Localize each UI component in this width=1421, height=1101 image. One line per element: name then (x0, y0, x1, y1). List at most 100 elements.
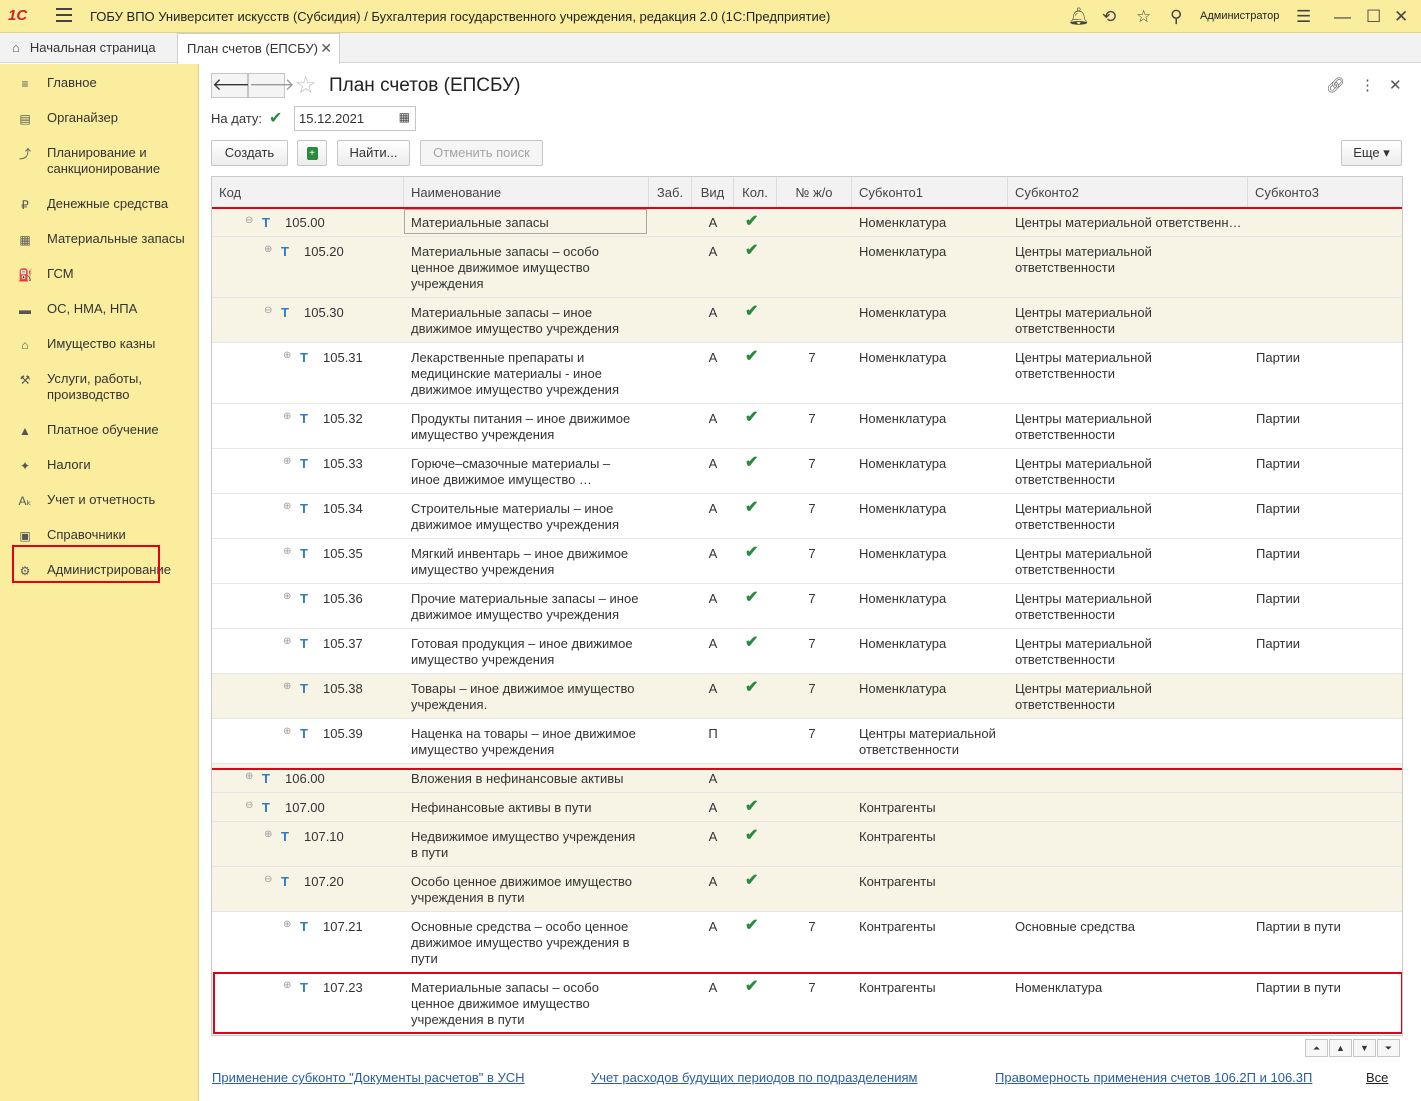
tab-home[interactable]: ⌂ Начальная страница (0, 33, 176, 63)
highlight-box-107-23 (213, 972, 1402, 1034)
calendar-icon[interactable]: ▦ (399, 110, 410, 124)
account-type-marker: Т (300, 919, 308, 934)
column-header-subkonto3[interactable]: Субконто3 (1248, 177, 1402, 208)
more-actions-icon[interactable]: ⋮ (1360, 76, 1375, 94)
link-icon[interactable]: 🔗︎ (1326, 76, 1345, 94)
subkonto1-value: Контрагенты (859, 829, 936, 844)
table-row[interactable]: ⊖ Т 107.20 Особо ценное движимое имущество … (212, 867, 1402, 912)
account-vid: А (708, 874, 718, 889)
create-copy-button[interactable]: + (297, 140, 327, 166)
collapse-icon[interactable]: ⊖ (264, 874, 272, 885)
link-subkonto-usn[interactable]: Применение субконто "Документы расчетов"… (212, 1070, 525, 1085)
account-vid: А (708, 919, 718, 934)
column-header-kol[interactable]: Кол. (734, 177, 777, 208)
quantity-check-icon: ✔ (745, 917, 759, 934)
close-window-icon[interactable]: ✕ (1394, 7, 1408, 27)
date-label: На дату: (211, 111, 262, 126)
settings-icon[interactable]: ☰ (1296, 7, 1311, 27)
account-name: Нефинансовые активы в пути (411, 800, 592, 815)
collapse-icon[interactable]: ⊖ (245, 800, 253, 811)
scroll-down-button[interactable]: ▼ (1353, 1039, 1376, 1057)
cancel-search-button[interactable]: Отменить поиск (420, 140, 543, 166)
services-icon: ⚒ (19, 373, 31, 387)
expand-icon[interactable]: ⊕ (245, 771, 253, 782)
sidebar-item-label: Денежные средства (47, 196, 169, 211)
close-form-icon[interactable]: ✕ (1389, 76, 1402, 94)
bell-icon[interactable]: 🔔︎ (1068, 7, 1090, 27)
link-all[interactable]: Все (1366, 1070, 1388, 1085)
taxes-icon: ✦ (19, 459, 31, 473)
column-header-code[interactable]: Код (212, 177, 404, 208)
column-header-subkonto2[interactable]: Субконто2 (1008, 177, 1248, 208)
close-tab-icon[interactable]: ✕ (320, 40, 332, 57)
scroll-top-button[interactable]: ⏶ (1305, 1039, 1328, 1057)
tab-chart-of-accounts[interactable]: План счетов (ЕПСБУ) ✕ (177, 33, 340, 64)
main-menu-icon[interactable] (56, 8, 72, 22)
account-code: 107.21 (323, 919, 363, 934)
column-header-name[interactable]: Наименование (404, 177, 649, 208)
tab-home-label: Начальная страница (29, 40, 156, 55)
link-future-expenses[interactable]: Учет расходов будущих периодов по подраз… (591, 1070, 917, 1085)
fixed-assets-icon: ▬ (19, 303, 31, 317)
table-row[interactable]: ⊕ Т 107.21 Основные средства – особо ценное… (212, 912, 1402, 973)
back-button[interactable]: 🡐 (211, 73, 258, 98)
accounting-icon: Aₖ (18, 494, 32, 508)
sidebar-item-label: Платное обучение (47, 422, 159, 437)
money-icon: ₽ (21, 198, 29, 212)
column-header-jo[interactable]: № ж/о (777, 177, 852, 208)
sidebar: ≡ Главное ▤ Органайзер ⤴ Планирование и санкц… (0, 64, 199, 1101)
account-code: 107.00 (285, 800, 325, 815)
education-icon: ▲ (19, 424, 31, 438)
date-input[interactable]: 15.12.2021 ▦ (294, 106, 416, 131)
expand-icon[interactable]: ⊕ (283, 919, 291, 930)
account-vid: А (708, 800, 718, 815)
link-accounts-106[interactable]: Правомерность применения счетов 106.2П и… (995, 1070, 1312, 1085)
column-header-vid[interactable]: Вид (692, 177, 734, 208)
accounts-table[interactable]: Код Наименование Заб. Вид Кол. № ж/о Субконто1… (211, 176, 1403, 1036)
create-button[interactable]: Создать (211, 140, 288, 166)
account-type-marker: Т (281, 874, 289, 889)
subkonto2-value: Основные средства (1015, 919, 1135, 934)
sidebar-item-label: ГСМ (47, 266, 74, 281)
subkonto3-value: Партии в пути (1256, 919, 1341, 934)
minimize-icon[interactable]: — (1334, 7, 1351, 27)
maximize-icon[interactable]: ☐ (1366, 7, 1381, 27)
add-copy-icon: + (306, 147, 318, 161)
title-bar: 1С ГОБУ ВПО Университет искусств (Субсид… (0, 0, 1421, 33)
history-icon[interactable]: ⟲ (1102, 7, 1116, 27)
search-icon[interactable]: ⚲ (1170, 7, 1182, 27)
table-row[interactable]: ⊕ Т 107.10 Недвижимое имущество учреждения … (212, 822, 1402, 867)
more-button[interactable]: Еще ▾ (1341, 140, 1402, 166)
date-value: 15.12.2021 (299, 111, 365, 126)
1c-logo: 1С (8, 7, 28, 24)
user-name[interactable]: Администратор (1200, 10, 1279, 22)
window-title: ГОБУ ВПО Университет искусств (Субсидия)… (90, 9, 831, 24)
column-header-zab[interactable]: Заб. (649, 177, 692, 208)
sidebar-item-label: Справочники (47, 527, 126, 542)
account-name: Особо ценное движимое имущество учрежден… (411, 874, 633, 905)
scroll-up-button[interactable]: ▲ (1329, 1039, 1352, 1057)
column-header-subkonto1[interactable]: Субконто1 (852, 177, 1008, 208)
home-icon: ⌂ (12, 40, 20, 55)
subkonto1-value: Контрагенты (859, 874, 936, 889)
forward-button[interactable]: 🡒 (248, 73, 295, 98)
fuel-icon: ⛽ (18, 268, 33, 282)
planning-icon: ⤴ (18, 147, 31, 161)
account-name: Недвижимое имущество учреждения в пути (411, 829, 636, 860)
account-code: 107.20 (304, 874, 344, 889)
sidebar-item-label: Учет и отчетность (47, 492, 156, 507)
table-row[interactable]: ⊖ Т 107.00 Нефинансовые активы в пути А ✔ Конт… (212, 793, 1402, 822)
treasury-icon: ⌂ (21, 338, 29, 352)
favorite-star-icon[interactable]: ☆ (295, 71, 317, 100)
star-icon[interactable]: ☆ (1136, 7, 1151, 27)
account-vid: А (708, 829, 718, 844)
account-vid: А (708, 771, 718, 786)
quantity-check-icon: ✔ (745, 827, 759, 844)
date-checkbox[interactable]: ✔ (269, 108, 282, 128)
find-button[interactable]: Найти... (337, 140, 410, 166)
scroll-bottom-button[interactable]: ⏷ (1377, 1039, 1400, 1057)
expand-icon[interactable]: ⊕ (264, 829, 272, 840)
form-chart-of-accounts: 🡐 🡒 ☆ План счетов (ЕПСБУ) 🔗︎ ⋮ ✕ На дату… (200, 64, 1421, 1101)
sidebar-item-label: Материальные запасы (47, 231, 185, 246)
subkonto1-value: Контрагенты (859, 919, 936, 934)
